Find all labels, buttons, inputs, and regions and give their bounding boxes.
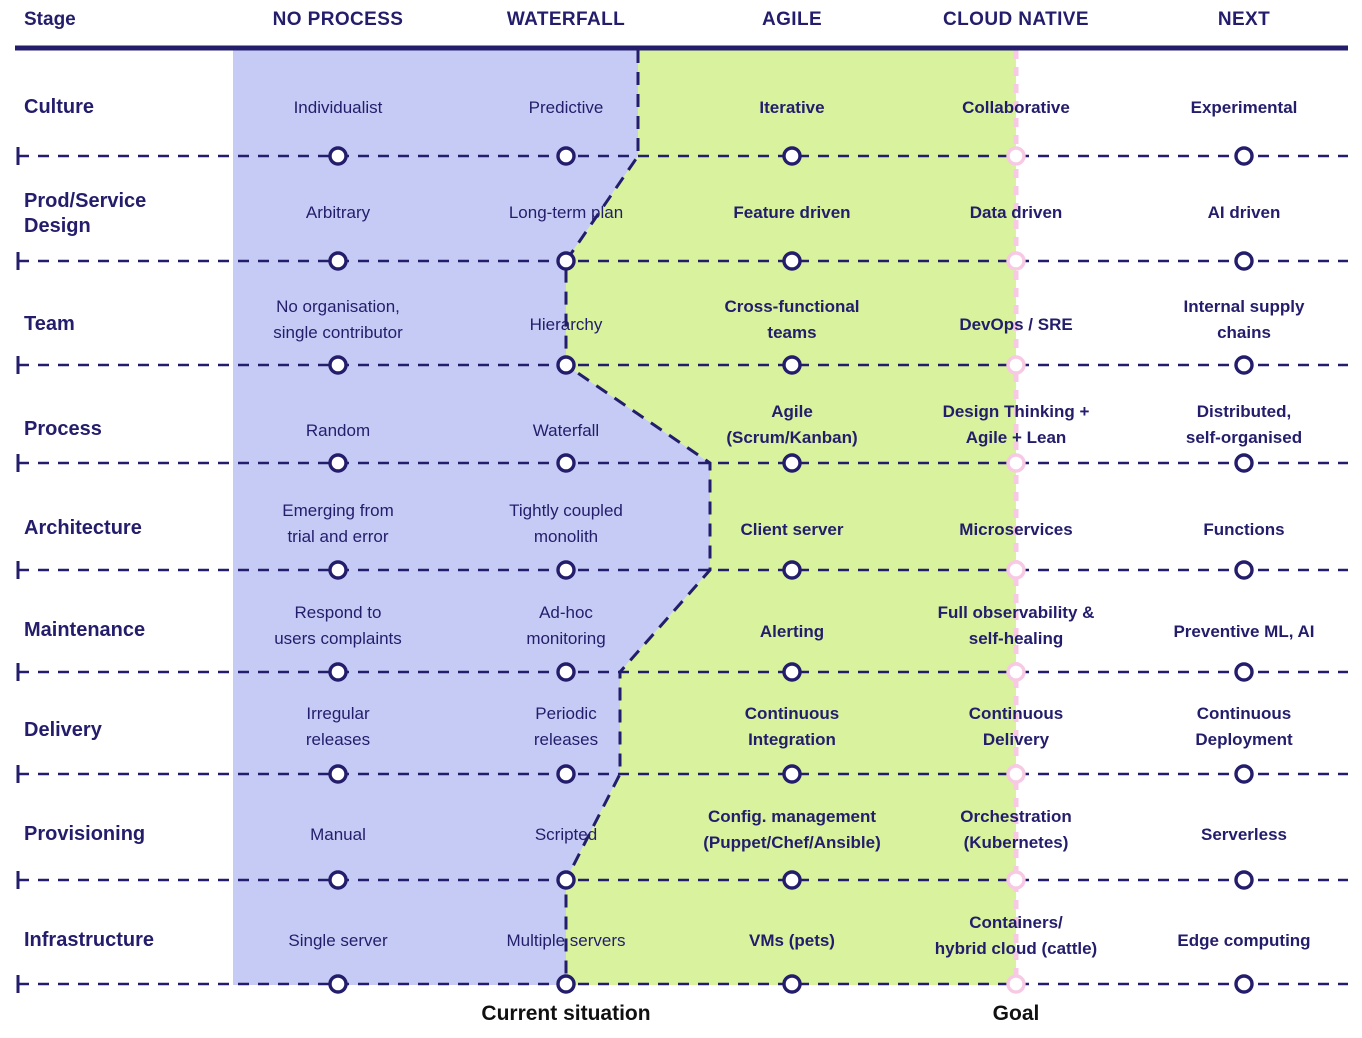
cell-process-cloud-native: Design Thinking + Agile + Lean bbox=[942, 402, 1090, 447]
row-label-culture: Culture bbox=[24, 96, 94, 118]
column-header-cloud-native: CLOUD NATIVE bbox=[943, 9, 1089, 30]
row-label-maintenance: Maintenance bbox=[24, 619, 146, 641]
cell-design-cloud-native: Data driven bbox=[969, 203, 1063, 222]
cell-architecture-next: Functions bbox=[1203, 520, 1285, 539]
row-label-infrastructure: Infrastructure bbox=[24, 929, 155, 951]
cell-culture-waterfall: Predictive bbox=[528, 98, 604, 117]
cell-provisioning-next: Serverless bbox=[1200, 825, 1288, 844]
cell-delivery-waterfall: Periodic releases bbox=[533, 704, 599, 749]
row-label-team: Team bbox=[24, 313, 75, 335]
cell-maintenance-no-process: Respond to users complaints bbox=[274, 603, 402, 648]
cell-infrastructure-waterfall: Multiple servers bbox=[506, 931, 626, 950]
cell-culture-cloud-native: Collaborative bbox=[962, 98, 1070, 117]
column-header-stage: Stage bbox=[24, 9, 76, 30]
cell-maintenance-next: Preventive ML, AI bbox=[1173, 622, 1315, 641]
cell-maintenance-agile: Alerting bbox=[759, 622, 825, 641]
cell-provisioning-waterfall: Scripted bbox=[534, 825, 598, 844]
cell-culture-next: Experimental bbox=[1190, 98, 1298, 117]
row-label-provisioning: Provisioning bbox=[24, 823, 146, 845]
cell-provisioning-agile: Config. management (Puppet/Chef/Ansible) bbox=[703, 807, 881, 852]
cell-process-next: Distributed, self-organised bbox=[1185, 402, 1303, 447]
cell-provisioning-cloud-native: Orchestration (Kubernetes) bbox=[960, 807, 1072, 852]
column-header-waterfall: WATERFALL bbox=[506, 9, 626, 30]
column-header-no-process: NO PROCESS bbox=[272, 9, 404, 30]
cell-process-no-process: Random bbox=[305, 421, 371, 440]
cell-provisioning-no-process: Manual bbox=[310, 825, 366, 844]
cell-delivery-cloud-native: Continuous Delivery bbox=[968, 704, 1064, 749]
row-label-prod-service-design: Prod/Service Design bbox=[24, 190, 147, 237]
row-label-delivery: Delivery bbox=[24, 719, 102, 741]
footer-current-situation-label: Current situation bbox=[481, 1002, 651, 1025]
cell-infrastructure-cloud-native: Containers/ hybrid cloud (cattle) bbox=[934, 913, 1098, 958]
cell-architecture-agile: Client server bbox=[740, 520, 844, 539]
column-header-next: NEXT bbox=[1217, 9, 1271, 30]
cell-maintenance-cloud-native: Full observability & self-healing bbox=[937, 603, 1095, 648]
cell-process-agile: Agile (Scrum/Kanban) bbox=[726, 402, 858, 447]
cell-delivery-agile: Continuous Integration bbox=[744, 704, 840, 749]
cell-infrastructure-agile: VMs (pets) bbox=[749, 931, 835, 950]
cell-design-next: AI driven bbox=[1207, 203, 1281, 222]
column-header-agile: AGILE bbox=[761, 9, 823, 30]
cell-team-cloud-native: DevOps / SRE bbox=[959, 315, 1073, 334]
cell-architecture-no-process: Emerging from trial and error bbox=[282, 501, 394, 546]
footer-goal-label: Goal bbox=[992, 1002, 1040, 1025]
cell-design-no-process: Arbitrary bbox=[305, 203, 371, 222]
cell-team-agile: Cross-functional teams bbox=[724, 297, 860, 342]
row-label-architecture: Architecture bbox=[24, 517, 142, 539]
cell-architecture-cloud-native: Microservices bbox=[959, 520, 1073, 539]
cell-design-agile: Feature driven bbox=[733, 203, 851, 222]
cell-team-next: Internal supply chains bbox=[1183, 297, 1305, 342]
row-label-process: Process bbox=[24, 418, 102, 440]
cell-architecture-waterfall: Tightly coupled monolith bbox=[509, 501, 623, 546]
cell-infrastructure-next: Edge computing bbox=[1177, 931, 1311, 950]
cell-process-waterfall: Waterfall bbox=[532, 421, 600, 440]
cell-culture-no-process: Individualist bbox=[293, 98, 383, 117]
cell-culture-agile: Iterative bbox=[759, 98, 825, 117]
cell-maintenance-waterfall: Ad-hoc monitoring bbox=[526, 603, 606, 648]
cell-infrastructure-no-process: Single server bbox=[288, 931, 388, 950]
cell-team-no-process: No organisation, single contributor bbox=[273, 297, 403, 342]
capability-maturity-chart: Stage NO PROCESS WATERFALL AGILE CLOUD N… bbox=[0, 0, 1362, 1038]
cell-delivery-no-process: Irregular releases bbox=[305, 704, 371, 749]
cell-design-waterfall: Long-term plan bbox=[508, 203, 624, 222]
cell-team-waterfall: Hierarchy bbox=[529, 315, 603, 334]
cell-delivery-next: Continuous Deployment bbox=[1195, 704, 1293, 749]
